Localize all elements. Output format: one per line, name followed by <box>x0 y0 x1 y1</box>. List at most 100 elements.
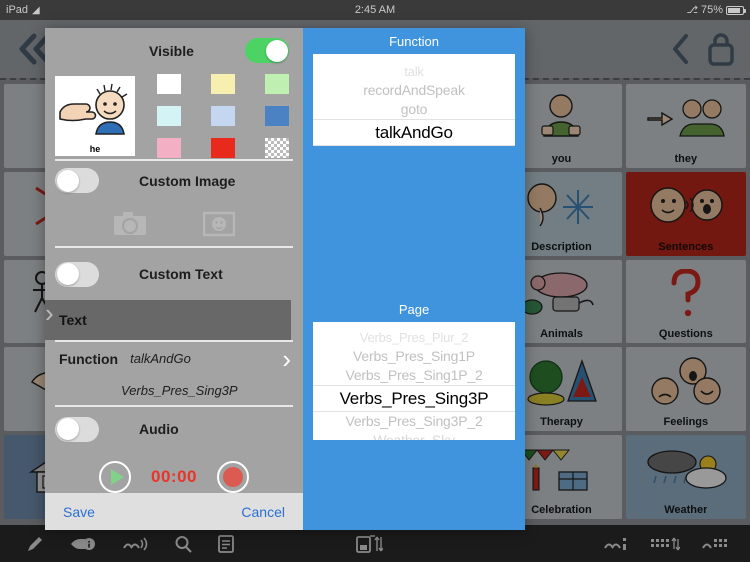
custom-image-sources <box>45 201 303 247</box>
card-label: they <box>674 152 698 165</box>
page-picker-items: Verbs_Pres_Plur_2 Verbs_Pres_Sing1P Verb… <box>313 328 515 440</box>
button-editor-dialog: Visible he Custom Image Custom Text Text… <box>45 28 525 530</box>
picker-option[interactable]: Verbs_Pres_Sing1P_2 <box>345 366 482 385</box>
swatch-white[interactable] <box>157 74 181 95</box>
record-icon[interactable] <box>216 461 249 494</box>
picker-option[interactable]: recordAndSpeak <box>363 81 465 100</box>
page-picker[interactable]: Verbs_Pres_Plur_2 Verbs_Pres_Sing1P Verb… <box>313 322 515 440</box>
status-time: 2:45 AM <box>354 4 396 16</box>
function-picker-title: Function <box>389 34 439 49</box>
hand-info-icon[interactable] <box>70 535 96 553</box>
visible-label: Visible <box>149 42 194 59</box>
audio-label: Audio <box>139 421 179 438</box>
swatch-pale-blue[interactable] <box>211 106 235 127</box>
function-row-subvalue: Verbs_Pres_Sing3P <box>121 382 238 398</box>
lock-icon[interactable] <box>706 31 736 67</box>
custom-text-label: Custom Text <box>139 266 223 283</box>
card-weather[interactable]: Weather <box>625 435 746 519</box>
function-row-label: Function <box>59 350 119 367</box>
picker-option[interactable]: talk <box>404 62 424 81</box>
card-label: Animals <box>540 328 583 341</box>
card-label: you <box>551 152 572 165</box>
function-picker[interactable]: talk recordAndSpeak goto talkAndGo <box>313 54 515 146</box>
audio-section: Audio 00:00 <box>45 407 303 494</box>
chevron-right-icon: › <box>282 343 291 374</box>
card-label: Feelings <box>663 416 709 429</box>
card-feelings[interactable]: Feelings <box>625 347 746 432</box>
picker-selected-option[interactable]: Verbs_Pres_Sing3P <box>313 385 515 412</box>
text-row-label: Text <box>59 311 87 328</box>
nav-right-group <box>670 31 736 67</box>
share-export-icon[interactable] <box>355 534 383 554</box>
swatch-red[interactable] <box>211 138 235 159</box>
custom-text-row: Custom Text <box>45 248 303 300</box>
question-mark-red-art <box>626 260 746 329</box>
visible-toggle[interactable] <box>245 38 289 64</box>
bottom-toolbar <box>0 525 750 562</box>
swatch-transparent[interactable] <box>265 138 289 159</box>
color-swatches <box>157 74 289 159</box>
link-grid-icon[interactable] <box>604 535 628 553</box>
camera-icon[interactable] <box>113 211 147 237</box>
image-and-colors-row: he <box>45 74 320 159</box>
symbol-preview[interactable]: he <box>55 76 135 157</box>
card-label: Therapy <box>540 416 583 429</box>
speak-icon[interactable] <box>122 535 148 553</box>
card-label: Questions <box>658 328 713 341</box>
custom-text-toggle[interactable] <box>55 261 99 287</box>
picker-option[interactable]: Verbs_Pres_Sing1P <box>353 347 475 366</box>
chevron-left-icon[interactable] <box>670 32 692 66</box>
function-row-value: talkAndGo <box>130 351 191 367</box>
grid-link-icon[interactable] <box>702 535 732 553</box>
play-icon[interactable] <box>99 461 131 494</box>
picker-option[interactable]: goto <box>401 100 428 119</box>
rain-and-sun-clouds-art <box>626 435 746 504</box>
screen: iPad ◢ 2:45 AM ⎇ 75% you they Descriptio… <box>0 0 750 562</box>
picker-option[interactable]: Weather_Sky <box>373 431 455 440</box>
audio-controls: 00:00 <box>45 461 303 494</box>
card-sentences[interactable]: Sentences <box>625 171 746 256</box>
audio-timer: 00:00 <box>151 467 197 487</box>
audio-row: Audio <box>45 407 303 451</box>
status-bar: iPad ◢ 2:45 AM ⎇ 75% <box>0 0 750 20</box>
toggle-knob <box>56 169 79 192</box>
toolbar-left-group <box>0 534 234 553</box>
picker-selected-option[interactable]: talkAndGo <box>313 119 515 146</box>
save-button[interactable]: Save <box>63 504 95 520</box>
custom-image-toggle[interactable] <box>55 168 99 194</box>
three-emotion-faces-art <box>626 347 746 416</box>
editor-settings-panel: Visible he Custom Image Custom Text Text… <box>45 28 320 530</box>
swatch-medium-blue[interactable] <box>265 106 289 127</box>
list-icon[interactable] <box>218 534 234 553</box>
toolbar-mid-group <box>355 534 383 554</box>
bluetooth-icon: ⎇ <box>686 4 698 16</box>
function-picker-items: talk recordAndSpeak goto talkAndGo <box>313 62 515 146</box>
page-picker-title: Page <box>398 302 430 317</box>
two-faces-talking-art <box>626 172 746 241</box>
card-label: Description <box>531 240 592 253</box>
text-row[interactable]: Text › <box>45 300 303 340</box>
audio-toggle[interactable] <box>55 416 99 442</box>
card-label: Sentences <box>658 240 714 253</box>
battery-percent: 75% <box>700 4 723 16</box>
search-icon[interactable] <box>174 535 192 553</box>
card-label: Weather <box>664 504 708 516</box>
editor-pickers-panel: Function talk recordAndSpeak goto talkAn… <box>303 28 525 530</box>
cancel-button[interactable]: Cancel <box>241 504 285 520</box>
swatch-pale-cyan[interactable] <box>157 106 181 127</box>
card-questions[interactable]: Questions <box>625 259 746 344</box>
function-row[interactable]: Function talkAndGo › <box>45 342 303 376</box>
swatch-pale-green[interactable] <box>265 74 289 95</box>
swatch-pink[interactable] <box>157 138 181 159</box>
picker-option[interactable]: Verbs_Pres_Plur_2 <box>360 328 469 347</box>
picker-option[interactable]: Verbs_Pres_Sing3P_2 <box>345 412 482 431</box>
photo-library-icon[interactable] <box>203 211 235 237</box>
swatch-pale-yellow[interactable] <box>211 74 235 95</box>
grid-upload-icon[interactable] <box>650 535 680 553</box>
custom-image-label: Custom Image <box>139 172 236 189</box>
card-label: Celebration <box>531 504 592 516</box>
hand-point-two-people-art <box>626 84 746 153</box>
card-they[interactable]: they <box>625 84 746 168</box>
battery-icon <box>726 5 746 15</box>
pencil-icon[interactable] <box>26 535 44 553</box>
